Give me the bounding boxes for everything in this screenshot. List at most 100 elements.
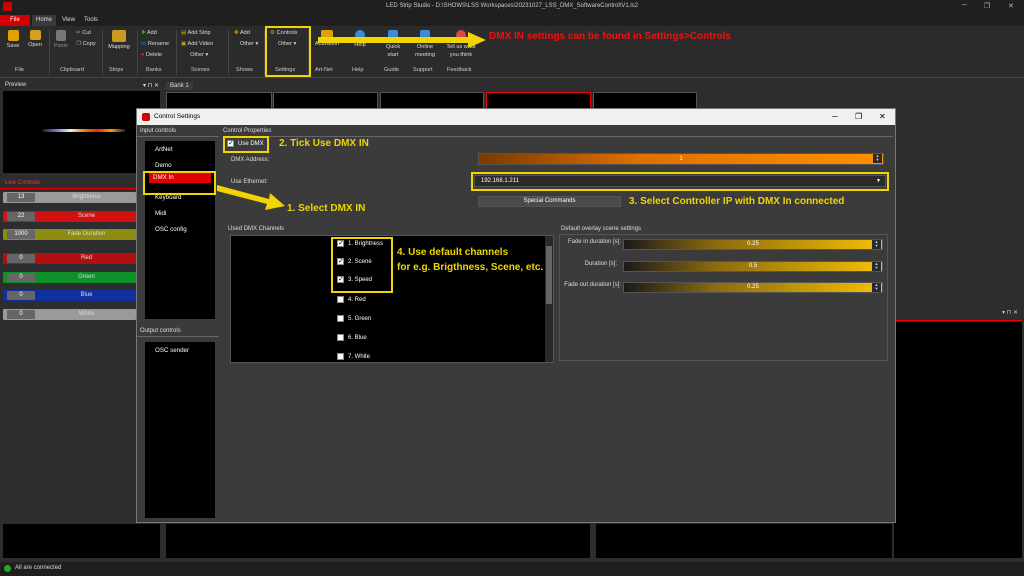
window-title: LED Strip Studio - D:\SHOWS\LSS Workspac… <box>385 3 638 9</box>
preview-pin-icon[interactable]: ▾ ⊓ ✕ <box>143 82 159 89</box>
duration-input[interactable]: 0.5 ▲ ▼ <box>623 261 883 272</box>
control-properties-label: Control Properties <box>223 128 272 134</box>
live-control-blue[interactable]: 0 Blue <box>3 290 136 301</box>
group-clipboard: Clipboard <box>60 67 84 73</box>
live-control-value[interactable]: 0 <box>7 310 35 319</box>
live-control-brightness[interactable]: 13 Brightness <box>3 192 136 203</box>
spinner-icon[interactable]: ▲ ▼ <box>872 262 881 271</box>
other-shows-button[interactable]: Other ▾ <box>240 41 258 47</box>
group-shows: Shows <box>236 67 253 73</box>
cut-button[interactable]: ✂ Cut <box>76 30 91 36</box>
strip-icon: ▤ <box>181 30 187 36</box>
paste-button[interactable]: Paste <box>52 30 70 49</box>
preview-strip <box>43 129 125 132</box>
channel-label: 6. Blue <box>348 335 367 342</box>
mapping-icon <box>112 30 126 42</box>
special-commands-button[interactable]: Special Commands <box>478 196 621 207</box>
input-item-osc-config[interactable]: OSC config <box>155 226 187 233</box>
spinner-icon[interactable]: ▲ ▼ <box>872 283 881 292</box>
channel-7-checkbox[interactable]: 7. White <box>337 353 370 360</box>
plus-icon: ✚ <box>141 30 146 36</box>
spinner-icon[interactable]: ▲ ▼ <box>872 240 881 249</box>
checkbox-icon <box>337 353 344 360</box>
add-show-button[interactable]: ✚ Add <box>234 30 250 36</box>
mapping-button[interactable]: Mapping <box>105 30 133 50</box>
live-control-value[interactable]: 22 <box>7 212 35 221</box>
ribbon-tabs: File Home View Tools <box>0 14 1024 26</box>
maximize-button[interactable]: ❐ <box>984 2 990 10</box>
control-properties-divider <box>223 136 893 137</box>
channel-5-checkbox[interactable]: 5. Green <box>337 315 371 322</box>
dialog-maximize-button[interactable]: ❐ <box>855 109 862 125</box>
scrollbar-thumb[interactable] <box>546 246 552 304</box>
dialog-title: Control Settings <box>154 113 201 120</box>
dialog-minimize-button[interactable]: ─ <box>832 109 838 125</box>
tab-tools[interactable]: Tools <box>80 15 102 26</box>
bank-tab[interactable]: Bank 1 <box>166 82 193 90</box>
live-control-label: Green <box>78 274 95 280</box>
close-button[interactable]: ✕ <box>1008 2 1014 10</box>
live-control-red[interactable]: 0 Red <box>3 253 136 264</box>
save-button[interactable]: Save <box>5 30 21 49</box>
fade-out-input[interactable]: 0.25 ▲ ▼ <box>623 282 883 293</box>
add-bank-button[interactable]: ✚ Add <box>141 30 157 36</box>
input-item-keyboard[interactable]: Keyboard <box>155 194 182 201</box>
group-guide: Guide <box>384 67 399 73</box>
copy-button[interactable]: ❐ Copy <box>76 41 96 47</box>
rename-button[interactable]: ▭ Rename <box>141 41 169 47</box>
spinner-icon[interactable]: ▲ ▼ <box>873 154 882 163</box>
live-control-value[interactable]: 0 <box>7 291 35 300</box>
input-controls-label: Input controls <box>140 128 177 134</box>
add-video-button[interactable]: ▣ Add Video <box>181 41 213 47</box>
ethernet-highlight <box>471 172 889 191</box>
live-control-label: White <box>78 311 95 317</box>
fade-in-input[interactable]: 0.25 ▲ ▼ <box>623 239 883 250</box>
live-control-fade-duration[interactable]: 1000 Fade Duration <box>3 229 136 240</box>
copy-icon: ❐ <box>76 41 82 47</box>
input-item-demo[interactable]: Demo <box>155 162 172 169</box>
scrollbar[interactable] <box>545 236 553 362</box>
group-feedback: Feedback <box>447 67 472 73</box>
minimize-button[interactable]: ─ <box>962 2 967 9</box>
tab-home[interactable]: Home <box>32 15 57 26</box>
right-panel-header: ▾ ⊓ ✕ <box>1001 310 1018 316</box>
checkbox-icon <box>337 315 344 322</box>
annotation-top: DMX IN settings can be found in Settings… <box>489 31 731 42</box>
output-item-osc-sender[interactable]: OSC sender <box>155 347 189 354</box>
live-control-white[interactable]: 0 White <box>3 309 136 320</box>
open-button[interactable]: Open <box>25 30 45 48</box>
overlay-settings-label: Default overlay scene settings <box>561 226 642 232</box>
channel-4-checkbox[interactable]: 4. Red <box>337 296 366 303</box>
delete-button[interactable]: ● Delete <box>141 52 162 58</box>
live-control-label: Brightness <box>72 194 101 200</box>
channel-label: 5. Green <box>348 316 372 323</box>
annotation-step4b: for e.g. Brigthness, Scene, etc. <box>397 262 544 273</box>
input-controls-list: ArtNet Demo DMX In Keyboard Midi OSC config <box>145 141 215 319</box>
add-strip-button[interactable]: ▤ Add Strip <box>181 30 211 36</box>
annotation-step4a: 4. Use default channels <box>397 247 509 258</box>
live-control-scene[interactable]: 22 Scene <box>3 211 136 222</box>
live-control-value[interactable]: 13 <box>7 193 35 202</box>
tab-view[interactable]: View <box>58 15 79 26</box>
status-bar: All are connected <box>0 562 1024 576</box>
dmx-in-highlight <box>143 171 216 195</box>
live-control-label: Scene <box>77 213 95 219</box>
input-item-midi[interactable]: Midi <box>155 210 166 217</box>
tab-file[interactable]: File <box>0 15 30 26</box>
live-control-value[interactable]: 0 <box>7 254 35 263</box>
dmx-address-label: DMX Address: <box>231 157 270 163</box>
input-item-artnet[interactable]: ArtNet <box>155 146 173 153</box>
output-controls-divider <box>137 336 219 337</box>
live-control-value[interactable]: 0 <box>7 273 35 282</box>
other-scenes-button[interactable]: Other ▾ <box>190 52 208 58</box>
used-channels-label: Used DMX Channels <box>228 226 285 232</box>
channel-6-checkbox[interactable]: 6. Blue <box>337 334 367 341</box>
checkbox-icon <box>337 334 344 341</box>
live-control-green[interactable]: 0 Green <box>3 272 136 283</box>
dialog-close-button[interactable]: ✕ <box>879 109 886 125</box>
group-help: Help <box>352 67 364 73</box>
live-control-value[interactable]: 1000 <box>7 230 35 239</box>
dmx-address-input[interactable]: 1 ▲ ▼ <box>478 153 884 165</box>
live-control-label: Fade Duration <box>67 231 106 237</box>
delete-icon: ● <box>141 52 145 58</box>
